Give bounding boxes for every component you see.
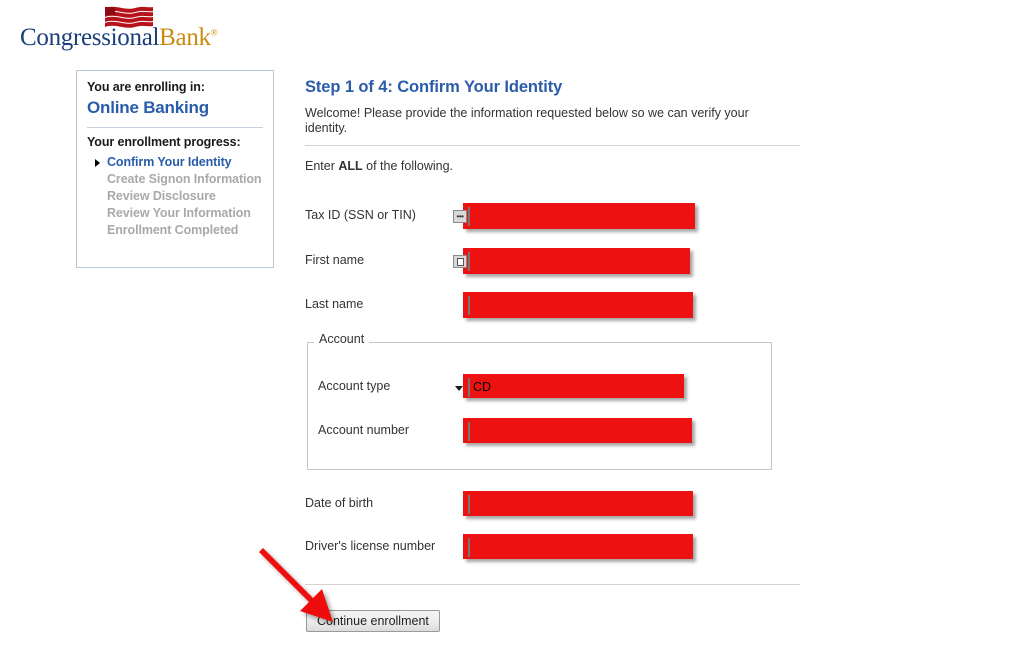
step-item-review-information: Review Your Information [107, 206, 251, 220]
account-type-select[interactable]: CD [455, 378, 491, 397]
continue-enrollment-button[interactable]: Continue enrollment [306, 610, 440, 632]
field-row-first-name: First name [305, 248, 705, 274]
autofill-card-icon[interactable] [453, 255, 467, 268]
step-item-review-disclosure: Review Disclosure [107, 189, 216, 203]
logo-word-primary: Congressional [20, 24, 160, 51]
progress-title: Your enrollment progress: [87, 135, 241, 149]
step-item-enrollment-completed: Enrollment Completed [107, 223, 239, 237]
account-type-value: CD [473, 380, 492, 394]
instruction-text: Enter ALL of the following. [305, 159, 805, 173]
field-row-date-of-birth: Date of birth [305, 491, 705, 517]
drivers-license-label: Driver's license number [305, 539, 436, 553]
date-of-birth-input[interactable] [468, 495, 470, 514]
last-name-label: Last name [305, 297, 364, 311]
field-row-account-number: Account number [318, 418, 718, 444]
bank-logo: CongressionalBank® [20, 2, 270, 52]
tax-id-highlight [453, 203, 695, 229]
panel-divider [87, 127, 263, 128]
last-name-input[interactable] [468, 296, 470, 315]
drivers-license-highlight [463, 534, 693, 559]
enrollment-step-list: Confirm Your Identity Create Signon Info… [87, 154, 263, 239]
enrolling-in-label: You are enrolling in: [87, 80, 205, 94]
field-row-drivers-license: Driver's license number [305, 534, 705, 560]
account-type-highlight: CD [455, 374, 684, 398]
page-title: Step 1 of 4: Confirm Your Identity [305, 78, 563, 96]
account-number-label: Account number [318, 423, 410, 437]
last-name-highlight [463, 292, 693, 318]
first-name-highlight [453, 248, 690, 274]
field-row-account-type: Account type CD [318, 374, 718, 400]
account-type-label: Account type [318, 379, 391, 393]
field-row-tax-id: Tax ID (SSN or TIN) [305, 203, 705, 229]
first-name-input[interactable] [453, 252, 470, 271]
account-number-highlight [463, 418, 692, 443]
date-of-birth-label: Date of birth [305, 496, 374, 510]
main-content-header: Step 1 of 4: Confirm Your Identity Welco… [305, 78, 805, 173]
autofill-dots-icon[interactable] [453, 210, 467, 223]
instruction-emphasis: ALL [338, 159, 363, 173]
account-fieldset [307, 342, 772, 470]
instruction-suffix: of the following. [362, 159, 454, 173]
enrollment-product-title: Online Banking [87, 98, 209, 117]
footer-rule [305, 584, 800, 585]
header-rule [305, 145, 800, 146]
enrollment-progress-panel: You are enrolling in: Online Banking You… [76, 70, 274, 268]
logo-registered-mark: ® [210, 27, 218, 38]
account-number-input[interactable] [468, 422, 470, 441]
instruction-prefix: Enter [305, 159, 339, 173]
chevron-down-icon[interactable] [455, 386, 463, 391]
tax-id-label: Tax ID (SSN or TIN) [305, 208, 416, 222]
field-row-last-name: Last name [305, 292, 705, 318]
date-of-birth-highlight [463, 491, 693, 516]
page-intro-text: Welcome! Please provide the information … [305, 106, 749, 135]
tax-id-input[interactable] [453, 207, 470, 226]
logo-wordmark: CongressionalBank® [20, 24, 218, 52]
drivers-license-input[interactable] [468, 538, 470, 557]
account-fieldset-legend: Account [314, 332, 370, 346]
step-item-confirm-identity[interactable]: Confirm Your Identity [87, 154, 263, 171]
first-name-label: First name [305, 253, 365, 267]
step-item-create-signon: Create Signon Information [107, 172, 262, 186]
logo-word-secondary: Bank [159, 24, 211, 51]
